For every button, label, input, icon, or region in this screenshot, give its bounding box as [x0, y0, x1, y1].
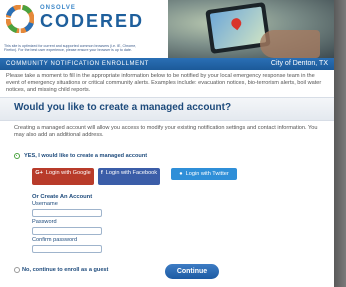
hero-image [168, 0, 334, 58]
account-description: Creating a managed account will allow yo… [14, 125, 318, 138]
window-edge [334, 0, 346, 287]
city-name: City of Denton, TX [270, 60, 328, 67]
password-label: Password [32, 219, 57, 225]
twitter-icon: ● [179, 171, 183, 177]
username-input[interactable] [32, 209, 102, 217]
page-header: ONSOLVE CODERED This site is optimized f… [0, 0, 334, 58]
intro-text: Please take a moment to fill in the appr… [6, 73, 322, 93]
continue-button[interactable]: Continue [165, 264, 219, 279]
question-heading: Would you like to create a managed accou… [14, 102, 232, 113]
login-facebook-button[interactable]: f Login with Facebook [98, 168, 160, 185]
guest-radio[interactable] [14, 267, 20, 273]
logo-brand-title: CODERED [40, 11, 145, 31]
guest-radio-label[interactable]: No, continue to enroll as a guest [22, 267, 108, 273]
facebook-icon: f [100, 170, 103, 176]
browser-disclaimer: This site is optimized for current and s… [4, 44, 137, 53]
username-label: Username [32, 201, 58, 207]
password-input[interactable] [32, 227, 102, 235]
create-account-heading: Or Create An Account [32, 194, 93, 200]
enrollment-bar: COMMUNITY NOTIFICATION ENROLLMENT City o… [0, 58, 334, 70]
confirm-password-label: Confirm password [32, 237, 78, 243]
codered-logo-icon [6, 5, 34, 33]
login-twitter-button[interactable]: ● Login with Twitter [171, 168, 237, 180]
yes-radio[interactable] [14, 153, 20, 159]
yes-radio-label[interactable]: YES, I would like to create a managed ac… [24, 153, 147, 159]
question-band: Would you like to create a managed accou… [0, 97, 334, 121]
login-google-button[interactable]: G+ Login with Google [32, 168, 94, 185]
google-plus-icon: G+ [35, 170, 43, 176]
enrollment-title: COMMUNITY NOTIFICATION ENROLLMENT [6, 61, 149, 67]
enrollment-page: ONSOLVE CODERED This site is optimized f… [0, 0, 334, 287]
map-pin-icon [229, 16, 244, 31]
confirm-password-input[interactable] [32, 245, 102, 253]
